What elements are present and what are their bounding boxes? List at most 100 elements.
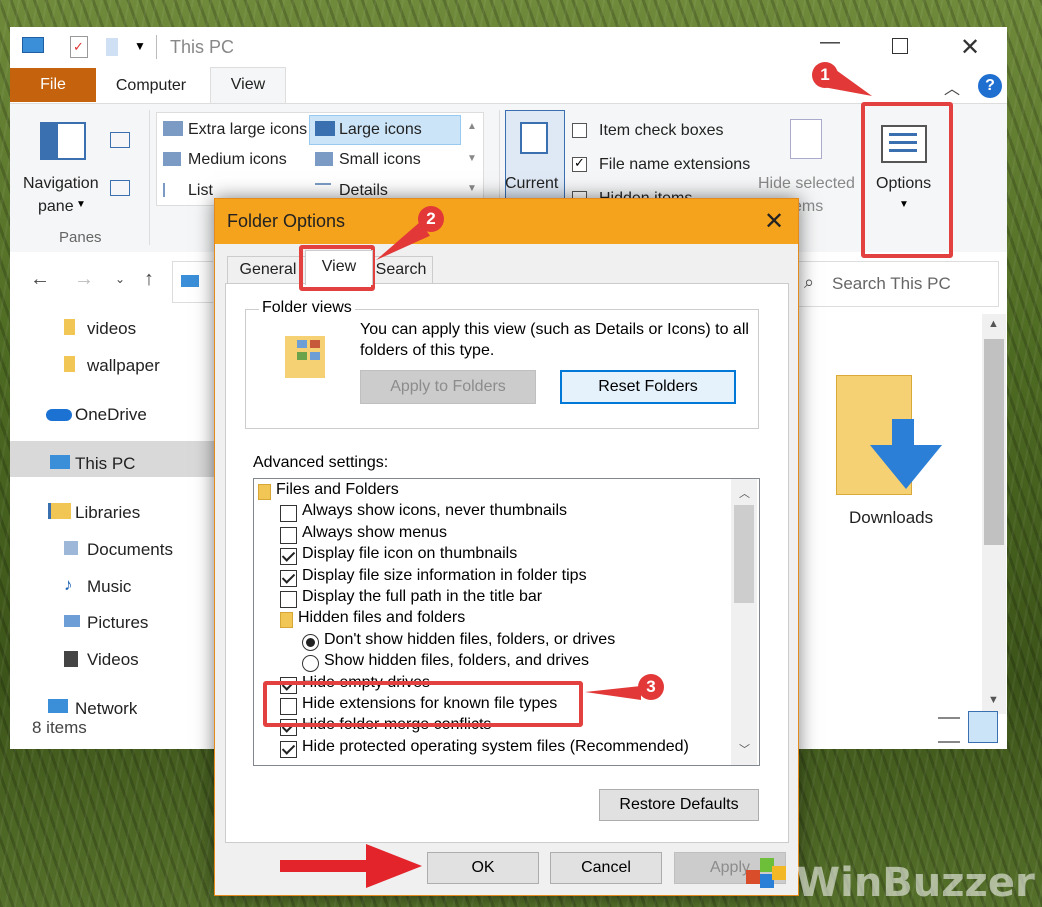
- help-icon[interactable]: ?: [978, 74, 1002, 98]
- advanced-setting-label: Display the full path in the title bar: [302, 588, 543, 605]
- details-view-icon[interactable]: [938, 717, 960, 743]
- item-count: 8 items: [32, 718, 87, 737]
- checkbox[interactable]: [280, 548, 297, 566]
- layout-small-icons[interactable]: Small icons: [339, 151, 421, 169]
- panes-group-label: Panes: [59, 229, 102, 246]
- back-arrow-icon[interactable]: ←: [30, 268, 50, 291]
- this-pc-nav-icon: [50, 455, 70, 469]
- radio-button[interactable]: [302, 633, 319, 651]
- recent-locations-icon[interactable]: ⌄: [115, 272, 125, 286]
- nav-item-videos-folder[interactable]: videos: [87, 319, 136, 339]
- advanced-setting-label: Show hidden files, folders, and drives: [324, 652, 590, 670]
- layout-gallery: Extra large icons Large icons Medium ico…: [156, 112, 484, 206]
- tab-general[interactable]: General: [227, 256, 309, 283]
- libraries-icon: [48, 503, 71, 519]
- checkbox[interactable]: [280, 591, 297, 608]
- onedrive-icon: [46, 409, 72, 421]
- divider: [149, 110, 150, 245]
- close-window-button[interactable]: ✕: [950, 33, 990, 62]
- callout-3: 3: [638, 674, 664, 700]
- folder-views-icon: [285, 336, 325, 378]
- item-check-boxes-label[interactable]: Item check boxes: [599, 122, 724, 140]
- medium-icons-icon: [163, 152, 181, 166]
- layout-list[interactable]: List: [188, 182, 213, 200]
- nav-item-onedrive[interactable]: OneDrive: [75, 405, 147, 425]
- layout-medium-icons[interactable]: Medium icons: [188, 151, 287, 169]
- minimize-button[interactable]: —: [810, 31, 850, 54]
- current-view-label: Current: [505, 175, 559, 192]
- address-box[interactable]: [172, 261, 213, 303]
- layout-extra-large-icons[interactable]: Extra large icons: [188, 121, 307, 139]
- advanced-setting-label: Files and Folders: [276, 481, 399, 498]
- nav-item-music[interactable]: Music: [87, 577, 131, 597]
- nav-item-network[interactable]: Network: [75, 699, 137, 719]
- tab-view[interactable]: View: [305, 250, 373, 285]
- forward-arrow-icon[interactable]: →: [74, 268, 94, 291]
- advanced-setting-label: Always show icons, never thumbnails: [302, 502, 568, 520]
- up-arrow-icon[interactable]: ↑: [144, 268, 154, 291]
- layout-large-icons[interactable]: Large icons: [339, 121, 422, 139]
- advanced-scrollbar[interactable]: ︿ ﹀: [731, 479, 757, 765]
- apply-to-folders-button[interactable]: Apply to Folders: [360, 370, 536, 404]
- ok-arrow: [280, 860, 370, 872]
- tab-view[interactable]: View: [210, 67, 286, 105]
- nav-item-this-pc[interactable]: This PC: [75, 454, 135, 474]
- advanced-setting-label: Don't show hidden files, folders, or dri…: [324, 630, 616, 648]
- radio-button[interactable]: [302, 655, 319, 673]
- dialog-title: Folder Options: [227, 211, 346, 231]
- nav-item-videos[interactable]: Videos: [87, 650, 139, 670]
- gallery-scroll-down[interactable]: ▼: [467, 153, 477, 164]
- large-icons-icon: [315, 121, 335, 136]
- title-bar: ✓ ▼ This PC — ✕: [10, 27, 1007, 67]
- quick-access-dropdown-icon[interactable]: ▼: [134, 39, 146, 53]
- nav-item-libraries[interactable]: Libraries: [75, 503, 140, 523]
- current-view-icon: [520, 122, 548, 154]
- gallery-more[interactable]: ▼: [467, 183, 477, 194]
- this-pc-icon: [22, 37, 44, 53]
- pane-label[interactable]: pane: [38, 198, 74, 216]
- new-folder-icon[interactable]: [106, 38, 118, 56]
- search-box[interactable]: ⌕ Search This PC: [797, 261, 999, 307]
- downloads-folder-icon[interactable]: [836, 375, 942, 497]
- restore-defaults-button[interactable]: Restore Defaults: [599, 789, 759, 821]
- file-name-extensions-label[interactable]: File name extensions: [599, 156, 750, 174]
- large-icons-view-icon[interactable]: [968, 711, 998, 743]
- navigation-pane-icon[interactable]: [40, 122, 86, 160]
- properties-icon[interactable]: ✓: [70, 36, 88, 58]
- nav-item-wallpaper[interactable]: wallpaper: [87, 356, 160, 376]
- network-icon: [48, 699, 68, 713]
- checkbox[interactable]: [280, 526, 297, 544]
- file-name-extensions-checkbox[interactable]: ✓: [572, 155, 587, 172]
- details-pane-icon[interactable]: [110, 180, 130, 196]
- checkbox[interactable]: [280, 505, 297, 523]
- search-placeholder: Search This PC: [832, 274, 951, 293]
- navigation-pane-button[interactable]: Navigation: [23, 175, 99, 193]
- nav-item-pictures[interactable]: Pictures: [87, 613, 148, 633]
- maximize-button[interactable]: [892, 38, 908, 54]
- title-divider: [156, 35, 157, 59]
- hide-selected-items-button[interactable]: Hide selected: [758, 175, 855, 193]
- checkbox[interactable]: [280, 740, 297, 758]
- downloads-label[interactable]: Downloads: [849, 508, 933, 528]
- ok-arrow-head: [366, 844, 422, 888]
- reset-folders-button[interactable]: Reset Folders: [560, 370, 736, 404]
- extra-large-icons-icon: [163, 121, 183, 136]
- ok-button[interactable]: OK: [427, 852, 539, 884]
- window-title: This PC: [170, 37, 235, 57]
- preview-pane-icon[interactable]: [110, 132, 130, 148]
- hide-extensions-highlight: [263, 681, 583, 727]
- content-scrollbar[interactable]: ▲ ▼: [982, 314, 1006, 714]
- gallery-scroll-up[interactable]: ▲: [467, 121, 477, 132]
- advanced-setting-label: Always show menus: [302, 523, 447, 541]
- music-icon: ♪: [64, 575, 73, 594]
- collapse-ribbon-icon[interactable]: ︿: [944, 75, 960, 99]
- hide-selected-items-icon[interactable]: [790, 119, 822, 159]
- dialog-close-button[interactable]: ✕: [759, 207, 789, 236]
- item-check-boxes-checkbox[interactable]: [572, 123, 587, 138]
- checkbox[interactable]: [280, 569, 297, 587]
- pane-dropdown-icon[interactable]: ▼: [76, 199, 86, 210]
- cancel-button[interactable]: Cancel: [550, 852, 662, 884]
- tab-file[interactable]: File: [10, 68, 96, 102]
- tab-computer[interactable]: Computer: [106, 69, 196, 103]
- nav-item-documents[interactable]: Documents: [87, 540, 173, 560]
